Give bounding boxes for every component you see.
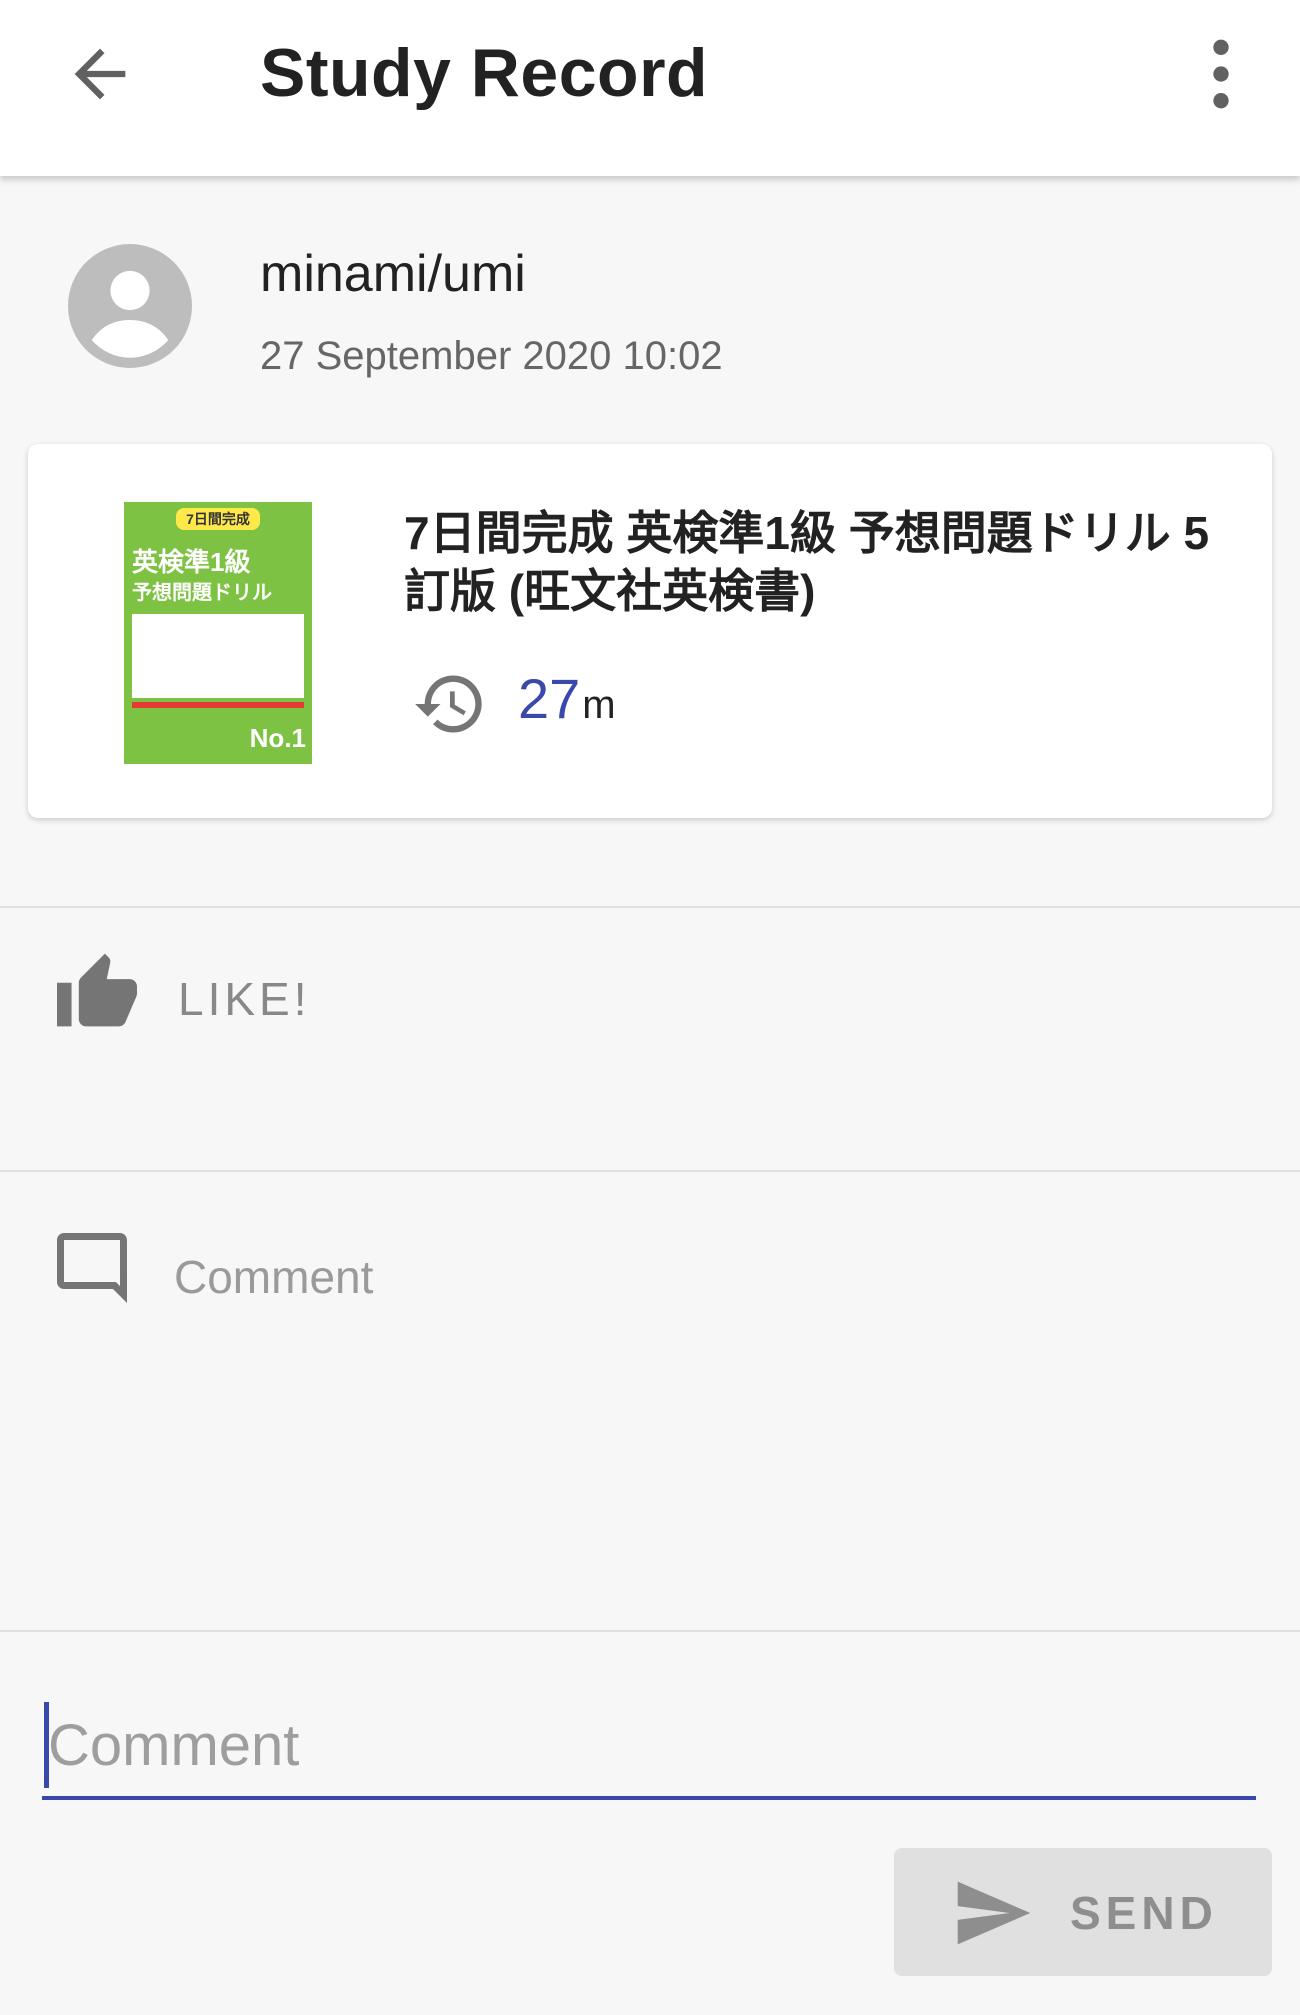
duration-unit: m [582,683,616,727]
send-button[interactable]: SEND [894,1848,1272,1976]
cover-illustration [132,614,304,698]
book-cover-image[interactable]: 7日間完成 英検準1級 予想問題ドリル No.1 [124,502,312,764]
cover-tag: 7日間完成 [176,508,260,530]
cover-badge: No.1 [249,723,306,753]
study-duration: 27m [518,666,616,731]
history-icon [415,675,482,733]
comment-input-field[interactable] [42,1700,1256,1800]
study-record-card[interactable]: 7日間完成 英検準1級 予想問題ドリル No.1 7日間完成 英検準1級 予想問… [28,444,1272,818]
comments-heading: Comment [174,1251,374,1303]
cover-subtitle: 予想問題ドリル [132,582,272,604]
text-cursor [44,1702,49,1788]
send-icon [957,1881,1031,1945]
app-bar: Study Record [0,0,1300,176]
arrow-back-icon[interactable] [62,36,138,112]
comment-input[interactable] [42,1700,1256,1790]
book-title[interactable]: 7日間完成 英検準1級 予想問題ドリル 5訂版 (旺文社英検書) [404,504,1224,620]
comment-icon [57,1233,127,1303]
send-label: SEND [1070,1887,1218,1939]
username[interactable]: minami/umi [260,244,526,304]
divider [0,906,1300,908]
duration-value: 27 [518,667,581,730]
thumb-up-icon[interactable] [52,950,142,1030]
cover-title: 英検準1級 [132,547,251,577]
more-vertical-icon[interactable] [1196,34,1246,114]
account-circle-icon[interactable] [68,244,192,368]
divider [0,1170,1300,1172]
post-timestamp: 27 September 2020 10:02 [260,334,723,378]
page-title: Study Record [260,35,709,111]
like-button[interactable]: LIKE! [178,972,311,1026]
divider [0,1630,1300,1632]
cover-stripe [132,702,304,708]
